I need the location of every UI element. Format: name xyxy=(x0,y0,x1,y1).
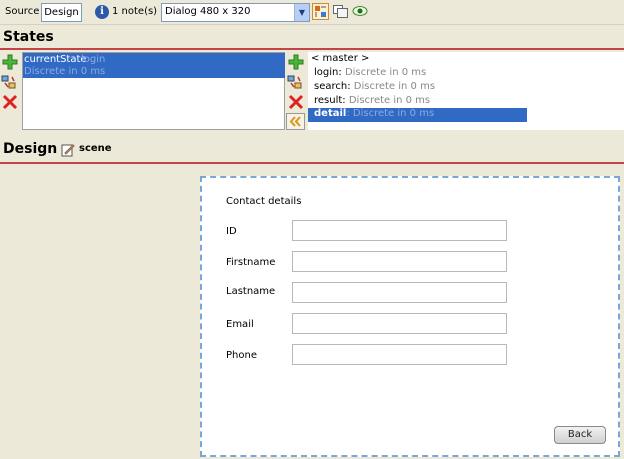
phone-label: Phone xyxy=(226,350,257,361)
back-button[interactable]: Back xyxy=(554,426,606,444)
state-transition: Discrete in 0 ms xyxy=(348,95,431,106)
id-label: ID xyxy=(226,226,237,237)
firstname-field[interactable] xyxy=(292,251,507,272)
lastname-field[interactable] xyxy=(292,282,507,303)
master-state-label: < master > xyxy=(311,53,370,64)
toolbar: Source Design i 1 note(s) Dialog 480 x 3… xyxy=(0,0,624,25)
state-name: result xyxy=(314,95,343,106)
scene-link[interactable]: scene xyxy=(79,143,112,154)
add-icon[interactable] xyxy=(2,54,18,70)
add-icon[interactable] xyxy=(288,54,304,70)
phone-field[interactable] xyxy=(292,344,507,365)
firstname-label: Firstname xyxy=(226,257,276,268)
state-transition: Discrete in 0 ms xyxy=(353,81,436,92)
component-icon[interactable] xyxy=(312,3,329,20)
states-header: States xyxy=(0,26,624,50)
design-header: Design scene xyxy=(0,138,624,164)
delete-icon[interactable] xyxy=(288,94,304,110)
notes-count[interactable]: 1 note(s) xyxy=(112,6,157,17)
list-item[interactable]: currentState login Discrete in 0 ms xyxy=(23,53,285,78)
source-tab[interactable]: Source xyxy=(5,6,39,17)
lastname-label: Lastname xyxy=(226,286,276,297)
edit-scene-icon[interactable] xyxy=(61,143,75,157)
state-name: search xyxy=(314,81,348,92)
email-label: Email xyxy=(226,319,254,330)
id-field[interactable] xyxy=(292,220,507,241)
design-title: Design xyxy=(3,141,58,157)
list-item-selected[interactable]: detail: Discrete in 0 ms xyxy=(308,108,527,122)
design-tab[interactable]: Design xyxy=(41,3,82,22)
state-name: login xyxy=(314,67,339,78)
state-name: detail xyxy=(314,108,347,119)
state-group-target: login xyxy=(81,54,106,65)
state-transition: Discrete in 0 ms xyxy=(344,67,427,78)
edit-icon[interactable] xyxy=(287,74,303,90)
edit-icon[interactable] xyxy=(1,74,17,90)
state-group-transition: Discrete in 0 ms xyxy=(24,66,106,77)
chevron-down-icon[interactable]: ▼ xyxy=(294,4,309,21)
list-item[interactable]: search: Discrete in 0 ms xyxy=(314,81,435,94)
dialog-size-select[interactable]: Dialog 480 x 320 ▼ xyxy=(161,3,310,22)
dialog-size-value: Dialog 480 x 320 xyxy=(165,6,251,17)
right-state-actions xyxy=(285,52,307,130)
list-item[interactable]: login: Discrete in 0 ms xyxy=(314,67,426,80)
eye-icon[interactable] xyxy=(352,5,368,17)
state-group-name: currentState xyxy=(24,54,87,65)
left-state-actions xyxy=(0,52,22,130)
dialog-preview[interactable]: Contact details ID Firstname Lastname Em… xyxy=(200,176,620,457)
info-icon[interactable]: i xyxy=(95,5,109,19)
states-title: States xyxy=(3,29,54,45)
dialog-heading: Contact details xyxy=(226,196,302,207)
state-list: < master > login: Discrete in 0 ms searc… xyxy=(308,52,624,130)
frames-icon[interactable] xyxy=(333,5,348,18)
delete-icon[interactable] xyxy=(2,94,18,110)
list-item[interactable]: result: Discrete in 0 ms xyxy=(314,95,430,108)
email-field[interactable] xyxy=(292,313,507,334)
list-item[interactable]: < master > xyxy=(311,53,369,66)
move-left-icon[interactable] xyxy=(286,113,305,130)
state-transition: Discrete in 0 ms xyxy=(352,108,435,119)
state-group-list: currentState login Discrete in 0 ms xyxy=(22,52,285,130)
